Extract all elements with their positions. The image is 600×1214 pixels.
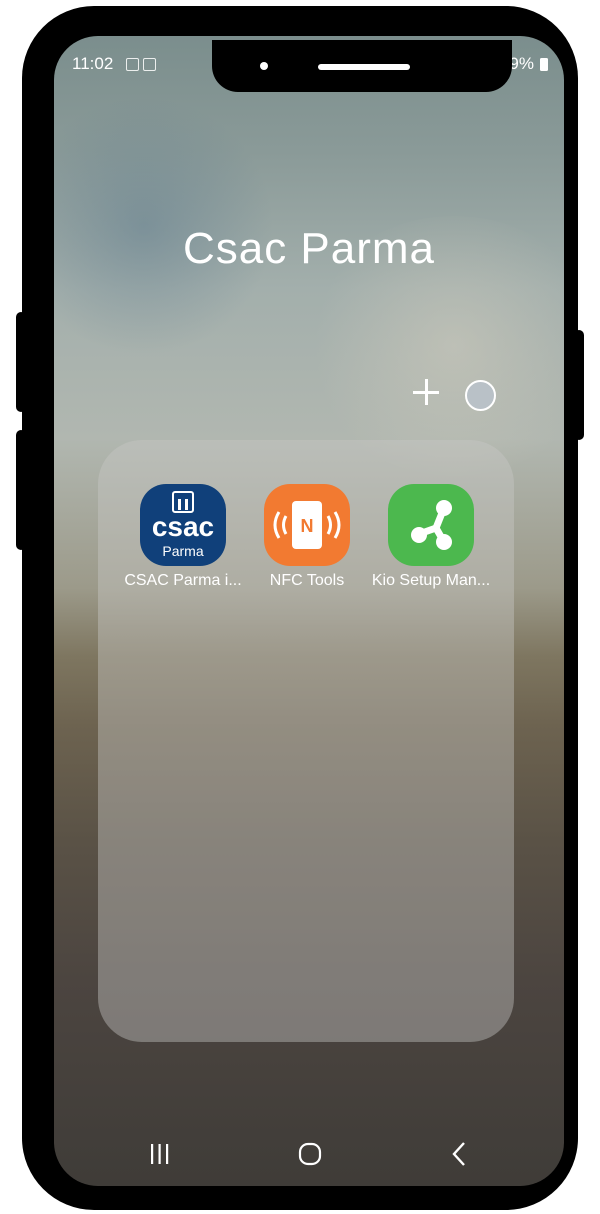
home-icon — [298, 1142, 322, 1166]
screen: 11:02 4G 79% Csac Parma csac Parma CSAC … — [54, 36, 564, 1186]
app-label-kio: Kio Setup Man... — [371, 572, 491, 589]
home-button[interactable] — [280, 1134, 340, 1174]
csac-logo-text: csac — [152, 511, 214, 542]
nfc-tools-icon: N — [264, 484, 350, 566]
volume-button — [16, 312, 26, 412]
nfc-logo-text: N — [301, 516, 314, 536]
add-app-icon[interactable] — [410, 376, 442, 408]
side-button — [574, 330, 584, 440]
navigation-bar — [54, 1134, 564, 1174]
app-csac-parma[interactable]: csac Parma CSAC Parma i... — [121, 484, 245, 590]
folder-color-button[interactable] — [465, 380, 496, 411]
speaker-grille — [318, 64, 410, 70]
app-kio-setup[interactable]: Kio Setup Man... — [369, 484, 493, 590]
front-camera-icon — [260, 62, 268, 70]
kio-setup-icon — [388, 484, 474, 566]
status-time: 11:02 — [72, 54, 114, 73]
back-icon — [452, 1142, 465, 1166]
recents-icon — [151, 1144, 169, 1164]
app-label-nfc: NFC Tools — [269, 572, 345, 589]
back-button[interactable] — [430, 1134, 490, 1174]
app-nfc-tools[interactable]: N NFC Tools — [245, 484, 369, 590]
power-button — [16, 430, 26, 550]
csac-parma-icon: csac Parma — [140, 484, 226, 566]
folder-title[interactable]: Csac Parma — [54, 224, 564, 274]
csac-logo-icon: csac Parma — [152, 491, 214, 559]
nfc-logo-icon: N — [273, 501, 341, 549]
screenshot-icon — [126, 56, 160, 71]
battery-icon — [540, 57, 548, 71]
share-nodes-icon — [411, 500, 452, 550]
recents-button[interactable] — [130, 1134, 190, 1174]
app-label-csac: CSAC Parma i... — [124, 572, 242, 589]
csac-logo-subtext: Parma — [162, 543, 203, 559]
